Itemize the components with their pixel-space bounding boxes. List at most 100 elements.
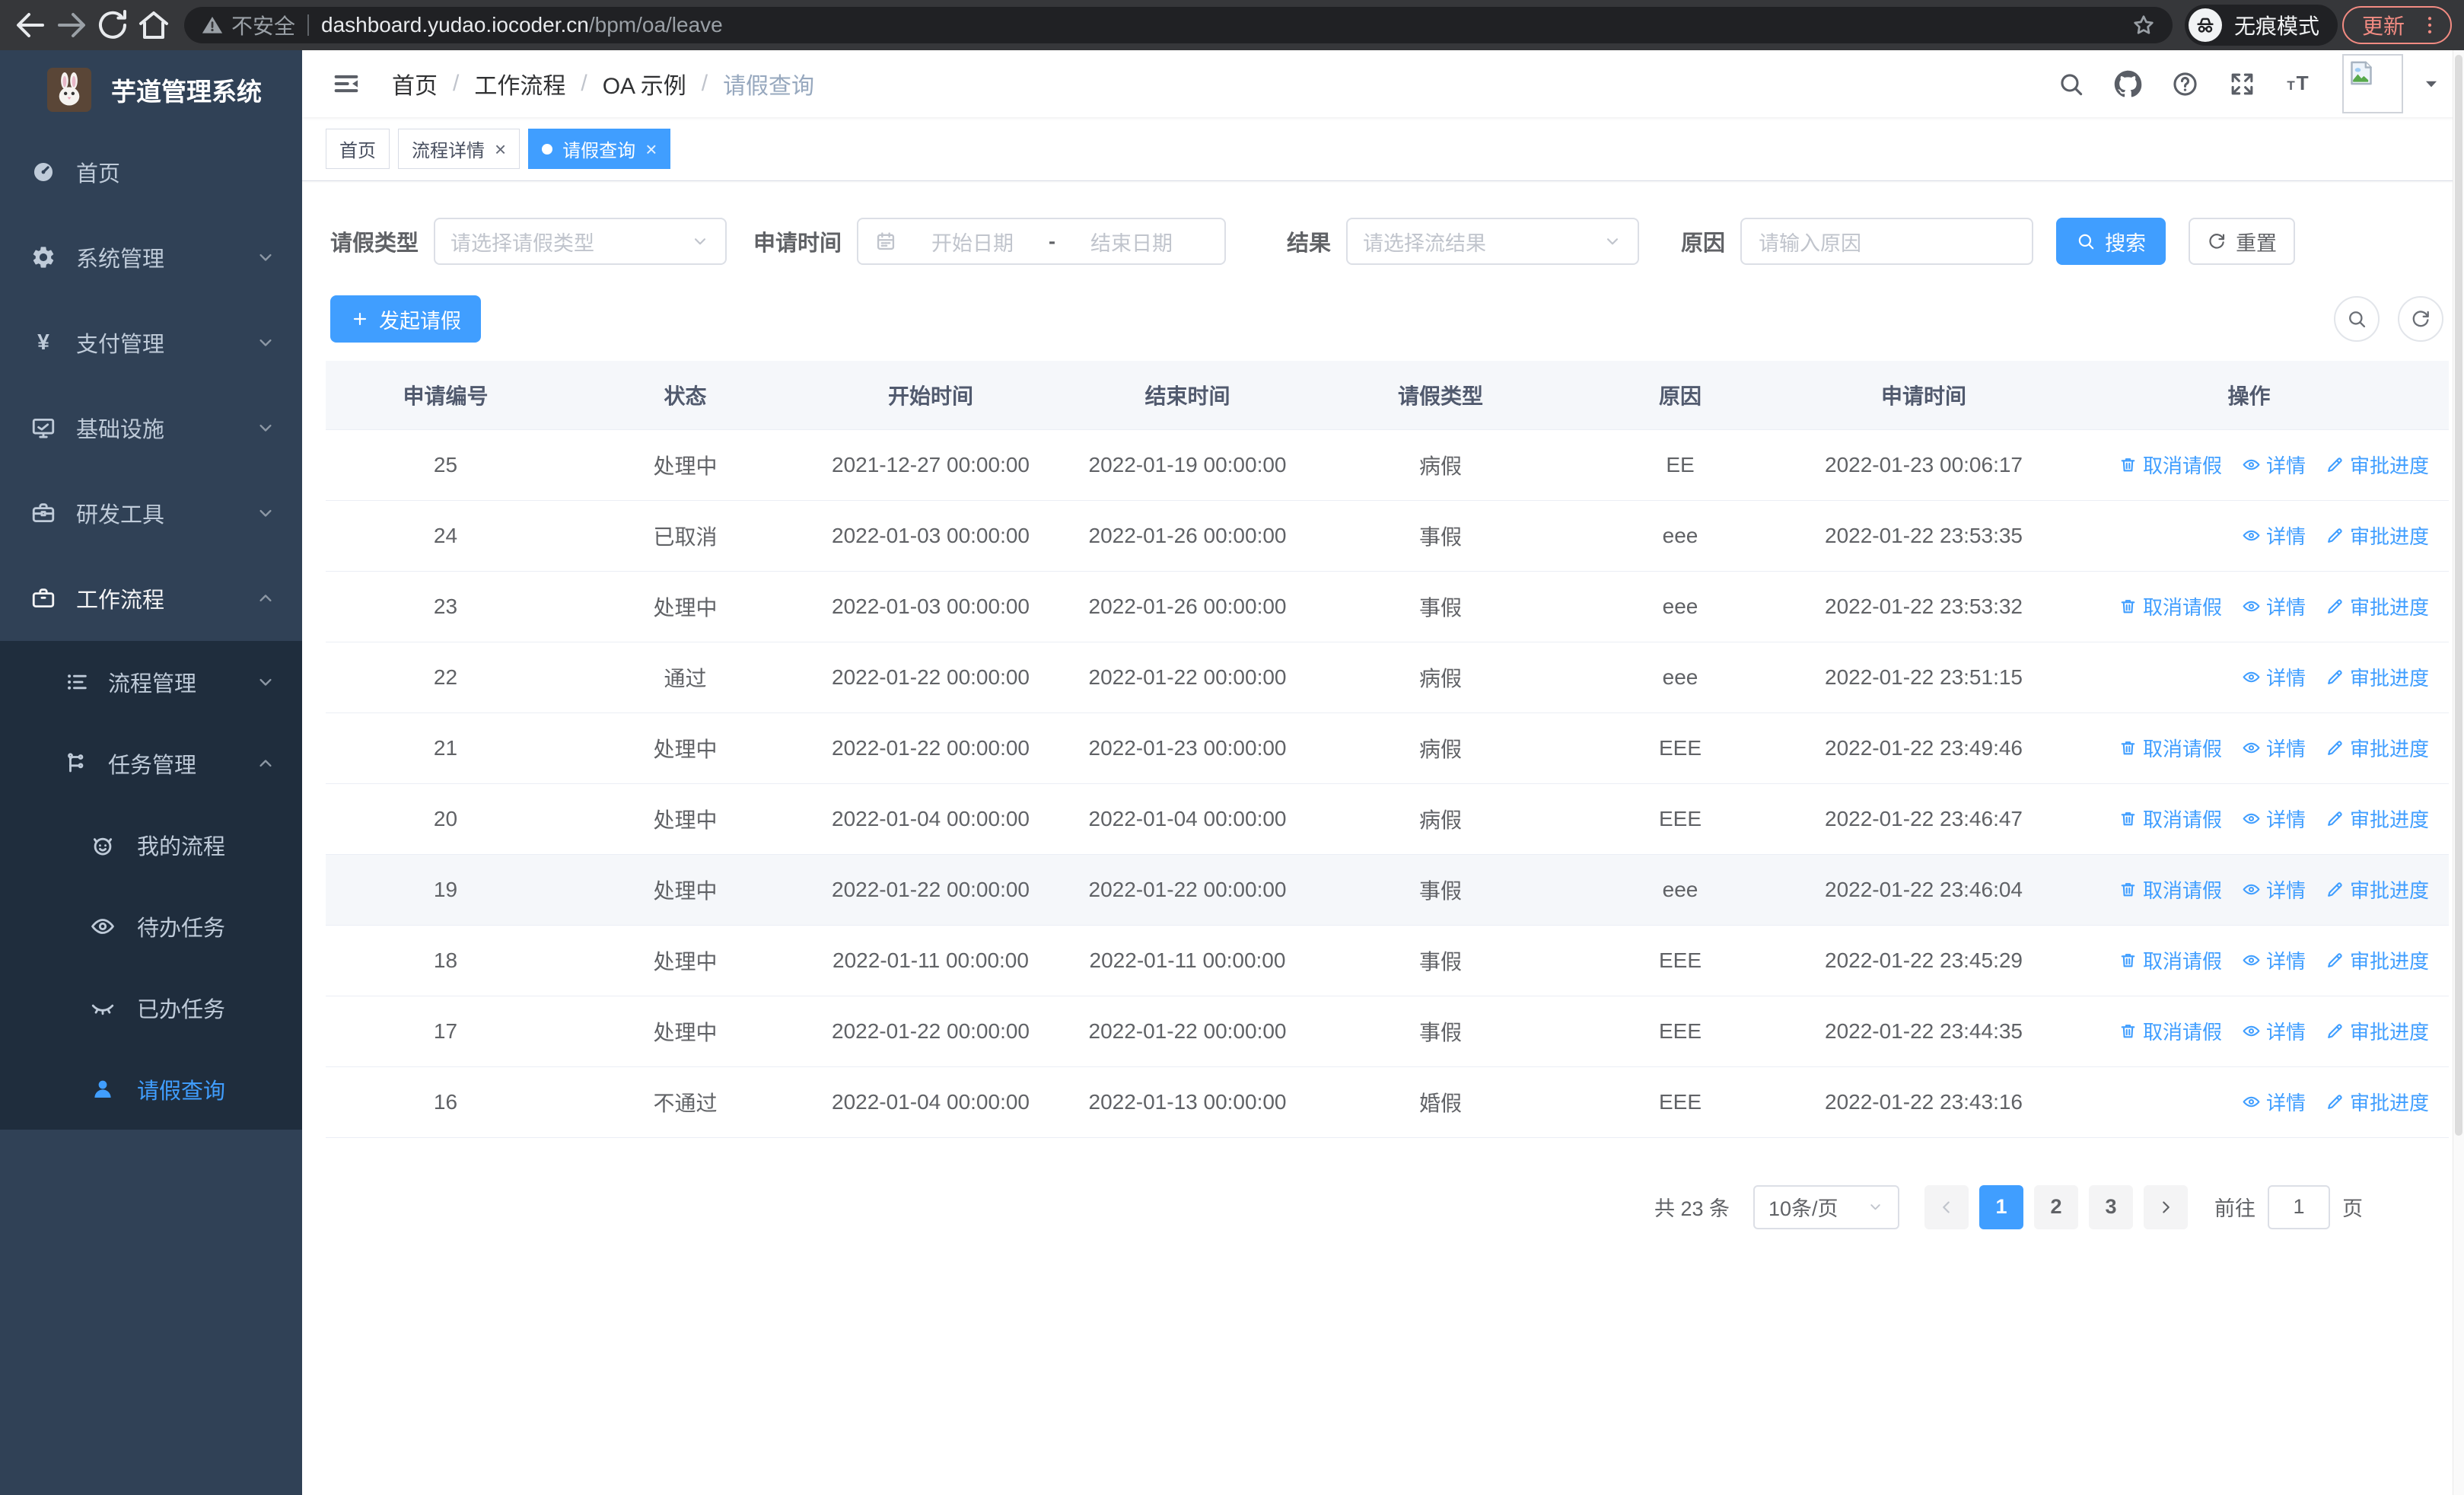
tab-close-icon[interactable]: × [495, 139, 506, 159]
help-icon[interactable] [2171, 70, 2199, 98]
create-leave-button[interactable]: 发起请假 [330, 295, 481, 343]
row-actions: 取消请假 详情 审批进度 [2049, 592, 2449, 620]
detail-link[interactable]: 详情 [2242, 805, 2306, 833]
cell-actions: 取消请假 详情 审批进度 [2049, 571, 2449, 642]
reason-input[interactable]: 请输入原因 [1740, 218, 2034, 265]
browser-update-button[interactable]: 更新 [2341, 6, 2452, 44]
cancel-leave-link[interactable]: 取消请假 [2119, 734, 2222, 762]
bookmark-star-icon[interactable] [2131, 13, 2156, 37]
breadcrumb-item[interactable]: OA 示例 [603, 67, 686, 100]
cancel-leave-link[interactable]: 取消请假 [2119, 946, 2222, 974]
sidebar-item-task-mgmt[interactable]: 任务管理 [0, 722, 302, 804]
detail-link[interactable]: 详情 [2242, 592, 2306, 620]
breadcrumb-item[interactable]: 首页 [392, 67, 438, 100]
approval-progress-link[interactable]: 审批进度 [2326, 875, 2429, 904]
sidebar-item-leave-query[interactable]: 请假查询 [0, 1048, 302, 1130]
sidebar-item-home[interactable]: 首页 [0, 129, 302, 215]
page-scrollbar[interactable] [2453, 50, 2464, 1495]
trash-icon [2119, 738, 2138, 757]
end-date-input[interactable]: 结束日期 [1055, 227, 1208, 257]
apply-time-range-picker[interactable]: 开始日期 - 结束日期 [857, 218, 1227, 265]
approval-progress-link[interactable]: 审批进度 [2326, 592, 2429, 620]
sidebar-item-dev-tools[interactable]: 研发工具 [0, 470, 302, 556]
detail-link[interactable]: 详情 [2242, 521, 2306, 550]
sidebar-collapse-icon[interactable] [331, 69, 361, 99]
detail-link[interactable]: 详情 [2242, 663, 2306, 691]
fullscreen-icon[interactable] [2228, 70, 2256, 98]
sidebar-item-my-process[interactable]: 我的流程 [0, 804, 302, 885]
detail-link[interactable]: 详情 [2242, 1017, 2306, 1045]
tab-close-icon[interactable]: × [645, 139, 657, 159]
gear-icon [30, 244, 56, 270]
search-button[interactable]: 搜索 [2056, 218, 2166, 265]
eye-icon [2242, 526, 2261, 545]
font-size-icon[interactable]: TT [2285, 70, 2313, 98]
result-select[interactable]: 请选择流结果 [1346, 218, 1640, 265]
tab-home[interactable]: 首页 [326, 129, 390, 169]
breadcrumb-separator: / [453, 71, 460, 96]
cell-leave-type: 病假 [1319, 712, 1562, 784]
approval-progress-link[interactable]: 审批进度 [2326, 1088, 2429, 1116]
start-date-input[interactable]: 开始日期 [896, 227, 1049, 257]
cell-status: 不通过 [565, 1066, 805, 1138]
cancel-leave-link[interactable]: 取消请假 [2119, 805, 2222, 833]
cancel-leave-link[interactable]: 取消请假 [2119, 875, 2222, 904]
user-avatar[interactable] [2342, 54, 2403, 113]
approval-progress-link[interactable]: 审批进度 [2326, 946, 2429, 974]
browser-back-icon[interactable] [12, 7, 49, 43]
cell-apply-time: 2022-01-22 23:49:46 [1798, 712, 2049, 784]
leave-type-select[interactable]: 请选择请假类型 [434, 218, 727, 265]
sidebar-item-process-mgmt[interactable]: 流程管理 [0, 641, 302, 722]
detail-link[interactable]: 详情 [2242, 946, 2306, 974]
prev-page-button[interactable] [1924, 1184, 1969, 1229]
sidebar-item-infrastructure[interactable]: 基础设施 [0, 385, 302, 470]
page-button-1[interactable]: 1 [1979, 1184, 2023, 1229]
detail-link[interactable]: 详情 [2242, 734, 2306, 762]
approval-progress-link[interactable]: 审批进度 [2326, 521, 2429, 550]
sidebar-item-system[interactable]: 系统管理 [0, 215, 302, 300]
breadcrumb-item[interactable]: 工作流程 [474, 67, 565, 100]
sidebar-item-payment[interactable]: ¥ 支付管理 [0, 300, 302, 385]
cancel-leave-link[interactable]: 取消请假 [2119, 1017, 2222, 1045]
cancel-leave-link[interactable]: 取消请假 [2119, 592, 2222, 620]
sidebar-item-done-tasks[interactable]: 已办任务 [0, 967, 302, 1048]
browser-reload-icon[interactable] [94, 7, 131, 43]
not-secure-warning-icon[interactable] [201, 14, 224, 37]
detail-link[interactable]: 详情 [2242, 875, 2306, 904]
toggle-search-button[interactable] [2334, 296, 2380, 342]
cell-leave-type: 事假 [1319, 925, 1562, 996]
approval-progress-link[interactable]: 审批进度 [2326, 451, 2429, 479]
browser-home-icon[interactable] [135, 7, 172, 43]
detail-link[interactable]: 详情 [2242, 1088, 2306, 1116]
eye-open-icon [90, 913, 116, 939]
approval-progress-link[interactable]: 审批进度 [2326, 663, 2429, 691]
page-button-2[interactable]: 2 [2034, 1184, 2078, 1229]
browser-forward-icon[interactable] [53, 7, 90, 43]
goto-page-input[interactable]: 1 [2268, 1184, 2330, 1229]
trash-icon [2119, 597, 2138, 616]
user-menu-caret-icon[interactable] [2421, 74, 2441, 94]
cell-id: 23 [326, 571, 565, 642]
address-bar[interactable]: 不安全 dashboard.yudao.iocoder.cn/bpm/oa/le… [184, 7, 2173, 43]
sidebar-item-todo-tasks[interactable]: 待办任务 [0, 885, 302, 967]
tab-process-detail[interactable]: 流程详情 × [398, 129, 520, 169]
next-page-button[interactable] [2144, 1184, 2188, 1229]
detail-link[interactable]: 详情 [2242, 451, 2306, 479]
approval-progress-link[interactable]: 审批进度 [2326, 734, 2429, 762]
table-header-col-2: 开始时间 [805, 361, 1056, 430]
header-search-icon[interactable] [2057, 70, 2085, 98]
refresh-table-button[interactable] [2398, 296, 2443, 342]
page-size-select[interactable]: 10条/页 [1753, 1184, 1899, 1229]
cancel-leave-link[interactable]: 取消请假 [2119, 451, 2222, 479]
page-button-3[interactable]: 3 [2089, 1184, 2133, 1229]
github-icon[interactable] [2114, 70, 2142, 98]
approval-progress-link[interactable]: 审批进度 [2326, 1017, 2429, 1045]
approval-progress-link[interactable]: 审批进度 [2326, 805, 2429, 833]
scrollbar-thumb[interactable] [2455, 55, 2462, 1136]
reset-button[interactable]: 重置 [2189, 218, 2296, 265]
svg-text:T: T [2297, 72, 2309, 94]
sidebar-logo[interactable]: 芋道管理系统 [0, 50, 302, 129]
sidebar-item-workflow[interactable]: 工作流程 [0, 556, 302, 641]
tab-leave-query[interactable]: 请假查询 × [528, 129, 671, 169]
browser-menu-icon[interactable] [2418, 14, 2441, 37]
